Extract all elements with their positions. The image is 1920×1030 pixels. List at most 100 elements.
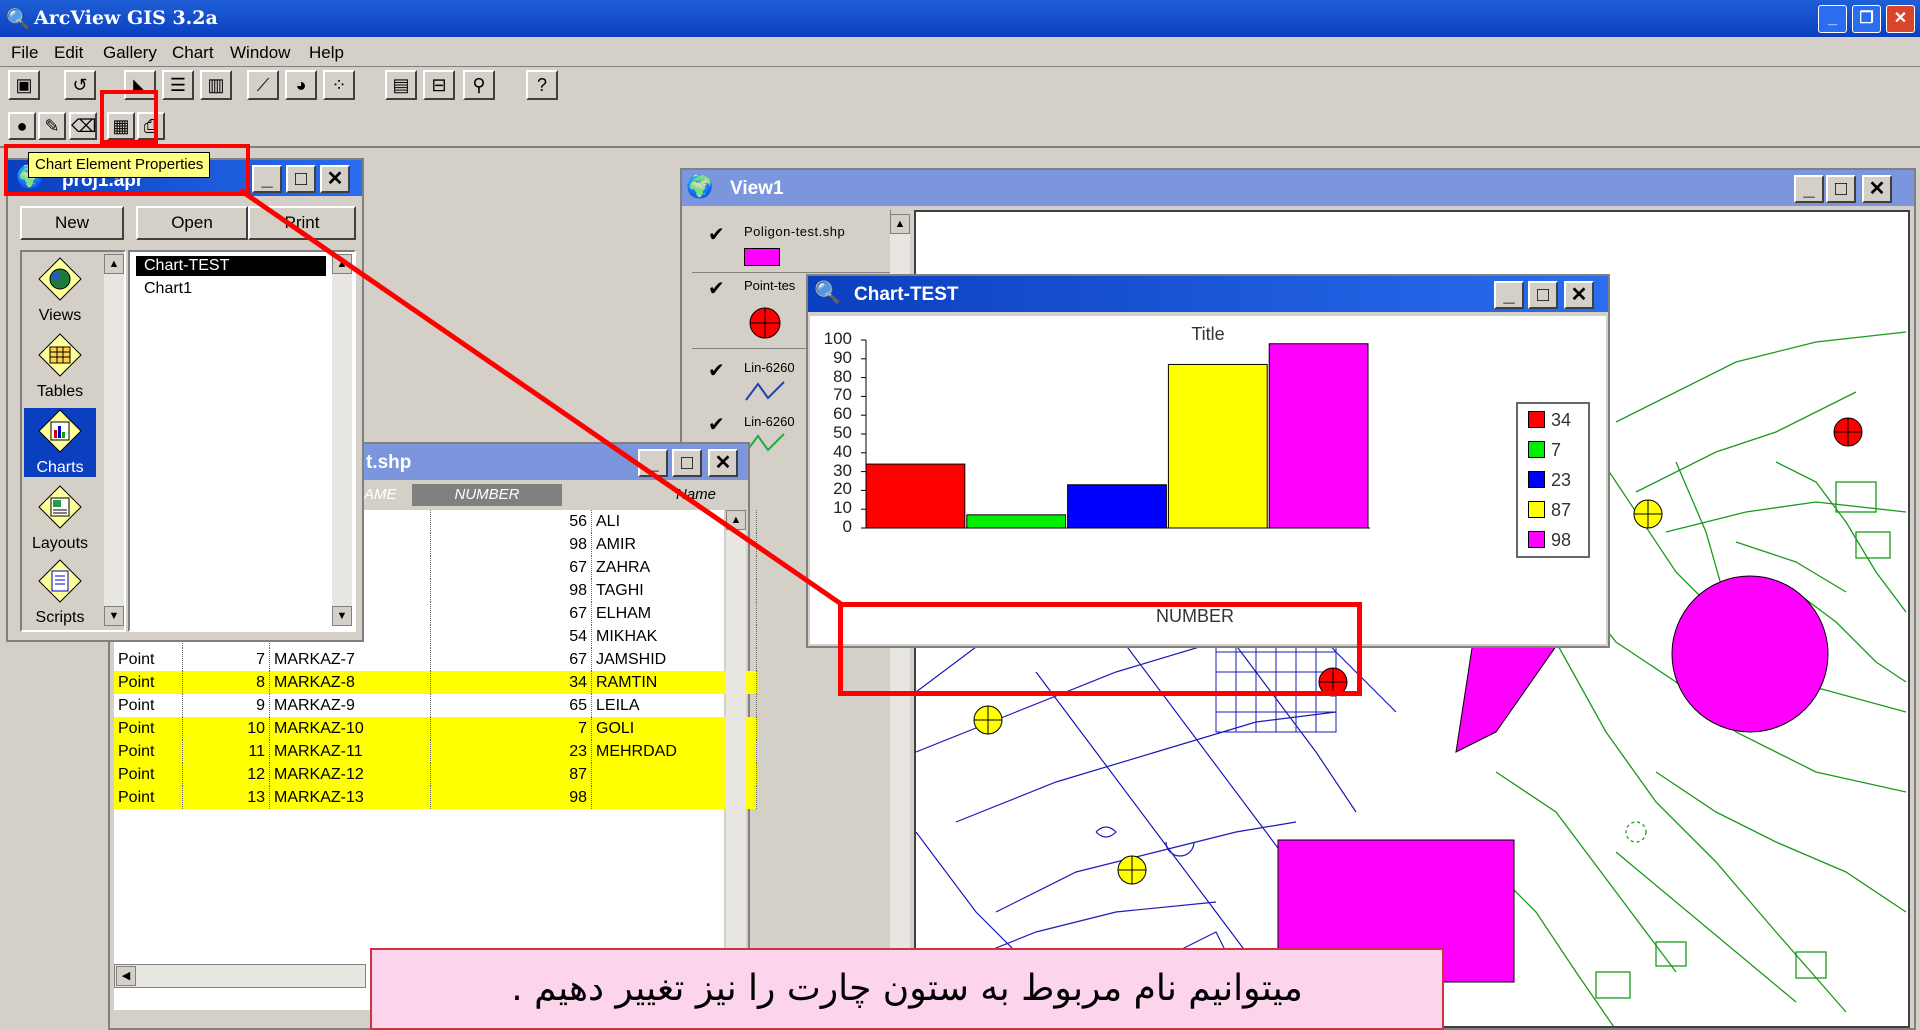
checkbox-icon[interactable]: ✔ [708,358,725,383]
table-row[interactable]: Point 9 MARKAZ-9 65 LEILA [114,694,757,717]
open-button[interactable]: Open [136,206,248,240]
doc-item-chart-test[interactable]: Chart-TEST [135,255,327,277]
layer-name[interactable]: Point-tes [744,278,795,293]
doc-type-views[interactable]: Views [24,256,96,325]
legend-label: 23 [1551,470,1572,490]
scroll-up-arrow-icon[interactable]: ▲ [726,510,746,530]
save-icon[interactable]: ▣ [8,70,40,100]
chart-maximize-button[interactable]: □ [1528,281,1558,309]
charts-icon [38,409,82,453]
chart-bar[interactable] [966,514,1067,529]
shape-cell: Point [114,786,183,809]
project-close-button[interactable]: ✕ [320,165,350,193]
view-close-button[interactable]: ✕ [1862,175,1892,203]
name-cell: MARKAZ-8 [269,671,431,694]
chart-bar[interactable] [1167,363,1268,529]
table-row[interactable]: Point 13 MARKAZ-13 98 [114,786,757,809]
legend-item[interactable]: 7 [1528,440,1561,461]
table-row[interactable]: Point 11 MARKAZ-11 23 MEHRDAD [114,740,757,763]
scroll-down-arrow-icon[interactable]: ▼ [104,606,124,626]
doc-type-layouts[interactable]: Layouts [24,484,96,553]
table-row[interactable]: Point 8 MARKAZ-8 34 RAMTIN [114,671,757,694]
table-title: t.shp [366,452,412,473]
chart-bar[interactable] [1268,343,1369,529]
doc-list-scrollbar[interactable] [332,254,352,626]
layer-name[interactable]: Lin-6260 [744,414,795,429]
doc-type-charts[interactable]: Charts [24,408,96,477]
menu-gallery[interactable]: Gallery [103,43,157,63]
magenta-rect-icon [744,248,780,266]
line-chart-icon[interactable]: ⟋ [247,70,279,100]
chart-canvas[interactable]: Title 100 90 80 70 60 50 40 30 20 10 0 NUMBER 34 7 2… [810,316,1606,644]
menu-help[interactable]: Help [309,43,344,63]
print-button[interactable]: Print [248,206,356,240]
new-button[interactable]: New [20,206,124,240]
restore-button[interactable]: ❐ [1852,5,1881,33]
shape-cell: Point [114,648,183,671]
layer-name[interactable]: Poligon-test.shp [744,224,845,239]
scroll-up-arrow-icon[interactable]: ▲ [332,254,352,274]
doc-type-scrollbar[interactable] [104,254,124,626]
number-cell: 7 [430,717,592,740]
checkbox-icon[interactable]: ✔ [708,222,725,247]
table-minimize-button[interactable]: _ [638,449,668,477]
legend-item[interactable]: 87 [1528,500,1571,521]
chart-bar[interactable] [865,463,966,529]
legend-item[interactable]: 23 [1528,470,1571,491]
layer-name[interactable]: Lin-6260 [744,360,795,375]
chart-bar[interactable] [1067,484,1167,529]
series-toggle-icon[interactable]: ⊟ [423,70,455,100]
scroll-down-arrow-icon[interactable]: ▼ [332,606,352,626]
table-row[interactable]: Point 10 MARKAZ-10 7 GOLI [114,717,757,740]
pie-chart-icon[interactable]: ◕ [285,70,317,100]
view-titlebar: 🌍 View1 _ □ ✕ [682,170,1914,206]
erase-icon[interactable]: ⌫ [69,112,97,140]
menu-file[interactable]: File [11,43,38,63]
doc-item-chart1[interactable]: Chart1 [144,280,192,298]
menu-window[interactable]: Window [230,43,290,63]
view-title: View1 [730,178,784,199]
number-cell: 67 [430,648,592,671]
column-header-person[interactable]: Name [566,486,716,503]
chart-properties-icon[interactable]: ▤ [385,70,417,100]
scroll-up-arrow-icon[interactable]: ▲ [104,254,124,274]
undo-icon[interactable]: ↺ [64,70,96,100]
scroll-left-arrow-icon[interactable]: ◀ [116,966,136,986]
table-row[interactable]: Point 12 MARKAZ-12 87 [114,763,757,786]
menu-edit[interactable]: Edit [54,43,83,63]
table-hscrollbar[interactable] [114,964,366,988]
table-close-button[interactable]: ✕ [708,449,738,477]
bar-chart-horizontal-icon[interactable]: ☰ [162,70,194,100]
checkbox-icon[interactable]: ✔ [708,276,725,301]
minimize-button[interactable]: _ [1818,5,1847,33]
table-maximize-button[interactable]: □ [672,449,702,477]
chart-legend[interactable]: 34 7 23 87 98 [1516,402,1590,558]
scatter-chart-icon[interactable]: ⁘ [323,70,355,100]
scroll-up-arrow-icon[interactable]: ▲ [890,214,910,234]
project-maximize-button[interactable]: □ [286,165,316,193]
doc-type-tables[interactable]: Tables [24,332,96,401]
legend-label: 34 [1551,410,1572,430]
views-icon [38,257,82,301]
column-header-number[interactable]: NUMBER [412,484,562,506]
app-title: ArcView GIS 3.2a [34,7,218,29]
close-button[interactable]: ✕ [1886,5,1915,33]
doc-type-scripts[interactable]: Scripts [24,558,96,627]
view-minimize-button[interactable]: _ [1794,175,1824,203]
project-minimize-button[interactable]: _ [252,165,282,193]
column-chart-icon[interactable]: ▥ [200,70,232,100]
chart-minimize-button[interactable]: _ [1494,281,1524,309]
chart-close-button[interactable]: ✕ [1564,281,1594,309]
table-row[interactable]: Point 7 MARKAZ-7 67 JAMSHID [114,648,757,671]
legend-item[interactable]: 34 [1528,410,1571,431]
view-maximize-button[interactable]: □ [1826,175,1856,203]
legend-item[interactable]: 98 [1528,530,1571,551]
identify-icon[interactable]: ● [8,112,36,140]
pencil-icon[interactable]: ✎ [38,112,66,140]
shape-cell: Point [114,717,183,740]
table-scrollbar[interactable] [726,510,746,980]
help-cursor-icon[interactable]: ? [526,70,558,100]
menu-chart[interactable]: Chart [172,43,214,63]
checkbox-icon[interactable]: ✔ [708,412,725,437]
find-icon[interactable]: ⚲ [463,70,495,100]
